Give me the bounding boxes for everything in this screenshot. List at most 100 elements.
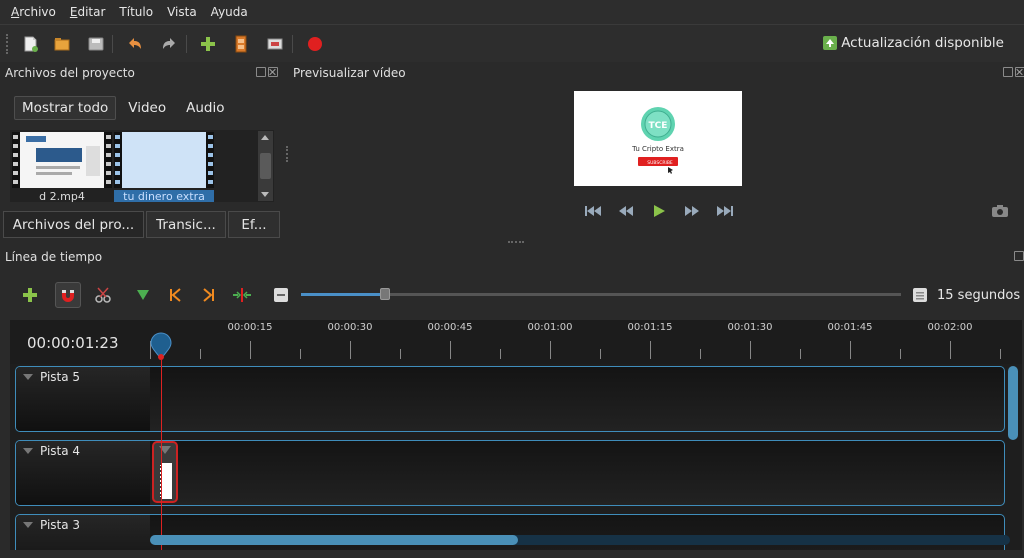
jump-start-button[interactable]: [584, 203, 602, 219]
logo-text: TCE: [649, 121, 668, 131]
track-name: Pista 4: [40, 444, 81, 458]
track-header[interactable]: Pista 4: [16, 441, 150, 505]
playhead-line[interactable]: [161, 360, 162, 550]
track-row[interactable]: Pista 5: [15, 366, 1005, 432]
choose-profile-button[interactable]: [229, 32, 253, 56]
timeline-horizontal-scrollbar[interactable]: [150, 535, 1010, 545]
magnet-icon: [62, 290, 74, 302]
ruler-tick: [200, 349, 201, 359]
export-video-button[interactable]: [303, 32, 327, 56]
scissors-icon: [95, 287, 111, 303]
zoom-slider-handle[interactable]: [380, 288, 390, 300]
fast-forward-button[interactable]: [683, 203, 701, 219]
arrow-up-icon: [823, 36, 838, 50]
chevron-down-icon[interactable]: [23, 374, 33, 380]
zoom-in-button[interactable]: [912, 287, 928, 306]
float-icon[interactable]: [1003, 67, 1013, 77]
close-icon[interactable]: [1015, 67, 1024, 77]
add-marker-button[interactable]: [130, 282, 156, 308]
save-project-button[interactable]: [84, 32, 108, 56]
undo-icon: [129, 38, 141, 49]
scroll-down-icon[interactable]: [261, 192, 269, 197]
ruler-tick: [600, 349, 601, 359]
video-preview[interactable]: TCE Tu Cripto Extra SUBSCRIBE: [574, 91, 742, 186]
zoom-out-button[interactable]: [268, 282, 294, 308]
ruler-tick: [350, 341, 351, 359]
ruler-tick: [700, 349, 701, 359]
center-playhead-icon: [233, 288, 251, 302]
timeline-clip[interactable]: [152, 441, 178, 503]
ruler-tick: [850, 341, 851, 359]
current-timecode: 00:00:01:23: [27, 334, 119, 352]
center-playhead-button[interactable]: [229, 282, 255, 308]
track-name: Pista 5: [40, 370, 81, 384]
ruler-tick: [450, 341, 451, 359]
snapshot-button[interactable]: [991, 204, 1009, 221]
ruler-tick: [500, 349, 501, 359]
redo-button[interactable]: [158, 32, 182, 56]
ruler-label: 00:02:00: [927, 322, 973, 333]
menu-vista[interactable]: Vista: [160, 5, 204, 19]
skip-end-icon: [717, 206, 733, 216]
menu-editar[interactable]: Editar: [63, 5, 113, 19]
scroll-thumb[interactable]: [150, 535, 518, 545]
previous-marker-button[interactable]: [162, 282, 188, 308]
ruler-tick: [800, 349, 801, 359]
preview-dock-buttons: [1003, 67, 1024, 77]
float-icon[interactable]: [256, 67, 266, 77]
filter-video[interactable]: Video: [120, 96, 174, 120]
panel-splitter[interactable]: [286, 146, 288, 162]
track-header[interactable]: Pista 3: [16, 515, 150, 550]
ruler-tick: [1000, 349, 1001, 359]
filter-show-all[interactable]: Mostrar todo: [14, 96, 117, 120]
fullscreen-icon: [267, 38, 283, 50]
float-icon[interactable]: [1014, 251, 1024, 261]
new-project-button[interactable]: [18, 32, 42, 56]
filter-audio[interactable]: Audio: [178, 96, 232, 120]
close-icon[interactable]: [268, 67, 278, 77]
timeline-area[interactable]: 00:00:01:23 00:00:15 00:00:30 00:00:45 00:0…: [10, 320, 1022, 550]
import-files-button[interactable]: [196, 32, 220, 56]
scroll-up-icon[interactable]: [261, 135, 269, 140]
next-marker-button[interactable]: [196, 282, 222, 308]
razor-button[interactable]: [90, 282, 116, 308]
ruler-label: 00:00:15: [227, 322, 273, 333]
play-button[interactable]: [650, 203, 668, 219]
panel-splitter[interactable]: [508, 241, 524, 243]
tab-transitions[interactable]: Transic...: [146, 211, 226, 238]
menu-ayuda[interactable]: Ayuda: [204, 5, 255, 19]
track-header[interactable]: Pista 5: [16, 367, 150, 431]
main-toolbar: Actualización disponible: [0, 24, 1024, 62]
preview-title: Previsualizar vídeo: [293, 66, 406, 80]
add-track-icon: [23, 288, 37, 302]
zoom-slider[interactable]: [301, 288, 901, 300]
tab-effects[interactable]: Ef...: [228, 211, 280, 238]
ruler-label: 00:01:00: [527, 322, 573, 333]
chevron-down-icon[interactable]: [23, 448, 33, 454]
playhead-handle[interactable]: [150, 332, 172, 360]
play-icon: [654, 205, 665, 217]
ruler-tick: [550, 341, 551, 359]
camera-icon: [992, 205, 1008, 217]
add-track-button[interactable]: [17, 282, 43, 308]
undo-button[interactable]: [122, 32, 146, 56]
open-project-button[interactable]: [50, 32, 74, 56]
project-files-dock-buttons: [256, 67, 278, 77]
fullscreen-button[interactable]: [263, 32, 287, 56]
tab-project-files[interactable]: Archivos del pro...: [3, 211, 144, 238]
toolbar-grip[interactable]: [6, 34, 10, 54]
menu-archivo[interactable]: Archivo: [4, 5, 63, 19]
timeline-dock-buttons: [1014, 251, 1024, 261]
chevron-down-icon[interactable]: [23, 522, 33, 528]
update-available-button[interactable]: Actualización disponible: [823, 35, 1004, 51]
ruler-label: 00:00:30: [327, 322, 373, 333]
scroll-thumb[interactable]: [260, 153, 271, 179]
timeline-vertical-scrollbar[interactable]: [1008, 366, 1018, 440]
files-scrollbar[interactable]: [258, 131, 273, 201]
rewind-button[interactable]: [617, 203, 635, 219]
menu-titulo[interactable]: Título: [112, 5, 160, 19]
snap-toggle-button[interactable]: [55, 282, 81, 308]
jump-end-button[interactable]: [716, 203, 734, 219]
preview-image: TCE Tu Cripto Extra SUBSCRIBE: [574, 91, 742, 186]
new-project-icon: [24, 36, 38, 52]
